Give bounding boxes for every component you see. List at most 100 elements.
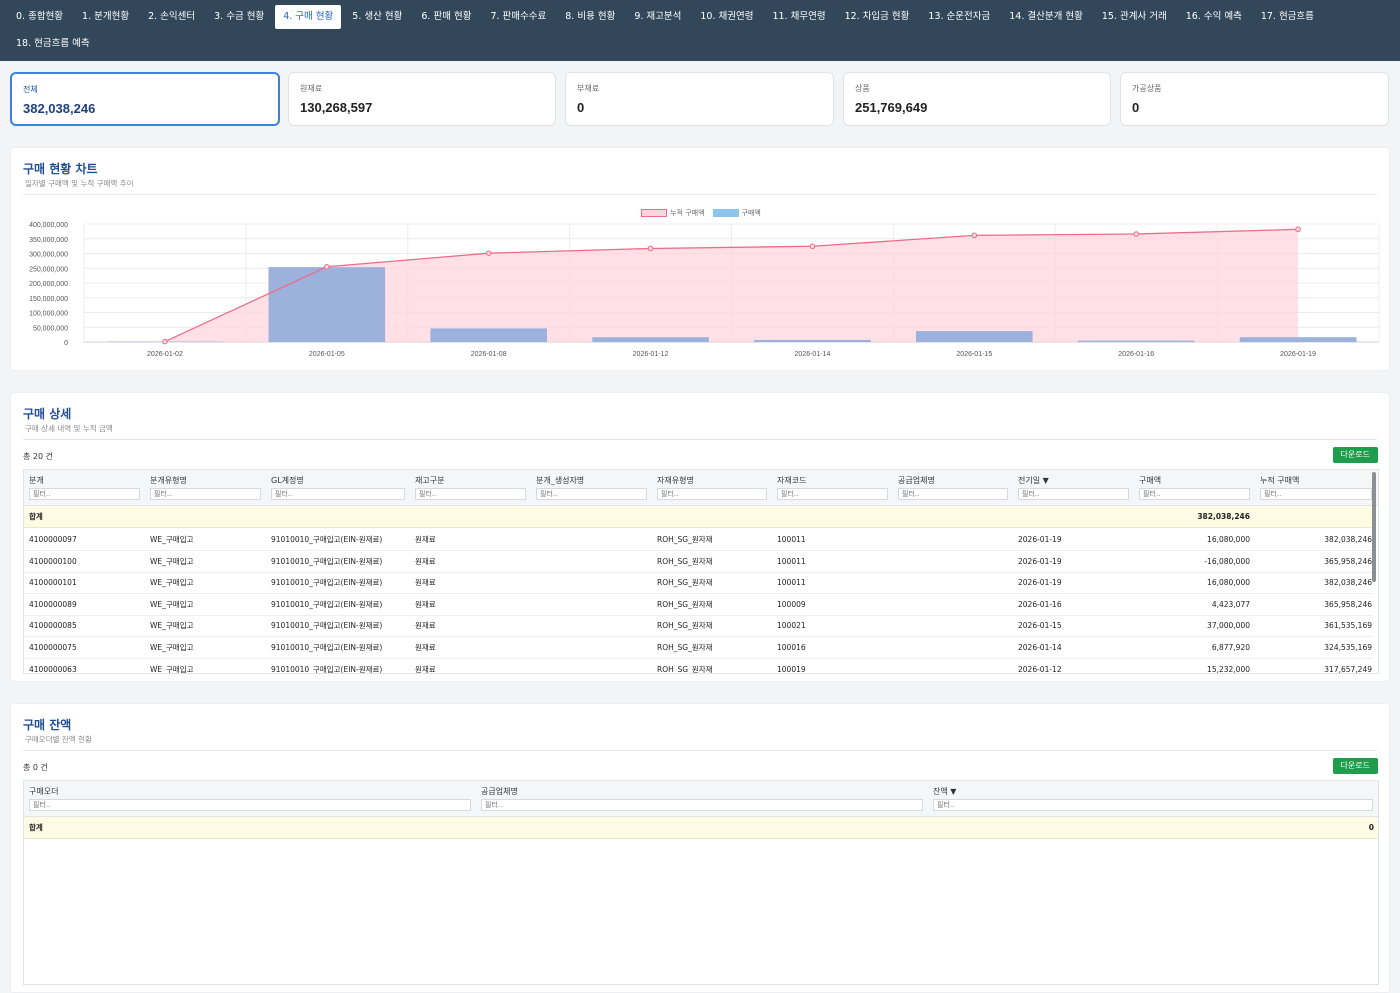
balance-panel-title: 구매 잔액	[23, 718, 72, 732]
divider	[23, 750, 1377, 751]
tab-4[interactable]: 4. 구매 현황	[275, 5, 342, 29]
table-row[interactable]: 4100000075 WE_구매입고 91010010_구매입고(EIN-원재료) 원…	[24, 637, 1372, 659]
column-filter-input[interactable]	[1018, 488, 1129, 500]
table-row[interactable]: 4100000101 WE_구매입고 91010010_구매입고(EIN-원재료) 원…	[24, 572, 1372, 595]
column-label[interactable]: 분개_생성자명	[536, 475, 584, 486]
tab-17[interactable]: 17. 현금흐름	[1253, 5, 1322, 29]
table-row[interactable]: 4100000097 WE_구매입고 91010010_구매입고(EIN-원재료) 원…	[24, 529, 1372, 551]
tab-11[interactable]: 11. 채무연령	[764, 5, 833, 29]
tab-12[interactable]: 12. 차입금 현황	[837, 5, 918, 29]
tab-8[interactable]: 8. 비용 현황	[557, 5, 623, 29]
column-label[interactable]: 구매액	[1139, 475, 1161, 486]
column-filter-input[interactable]	[777, 488, 888, 500]
column-filter-input[interactable]	[536, 488, 647, 500]
kpi-card-3[interactable]: 상품 251,769,649	[843, 72, 1111, 126]
column-filter-input[interactable]	[150, 488, 261, 500]
column-header: 분개_생성자명	[531, 470, 647, 506]
tab-16[interactable]: 16. 수익 예측	[1178, 5, 1250, 29]
table-cell: WE_구매입고	[150, 664, 194, 674]
column-label[interactable]: 누적 구매액	[1260, 475, 1299, 486]
tab-7[interactable]: 7. 판매수수료	[482, 5, 554, 29]
balance-download-button[interactable]: 다운로드	[1332, 758, 1378, 774]
column-header: 공급업체명	[893, 470, 1008, 506]
tab-15[interactable]: 15. 관계사 거래	[1094, 5, 1175, 29]
detail-table: 분개 분개유형명 GL계정명 재고구분 분개_생성자명 자재유형명 자재코드 공급업체명 전기일…	[23, 469, 1379, 674]
table-cell: 91010010_구매입고(EIN-원재료)	[271, 643, 383, 652]
column-label[interactable]: 공급업체명	[481, 786, 518, 797]
tab-10[interactable]: 10. 채권연령	[692, 5, 761, 29]
kpi-label: 상품	[855, 84, 870, 93]
table-row[interactable]: 4100000089 WE_구매입고 91010010_구매입고(EIN-원재료) 원…	[24, 594, 1372, 616]
table-row[interactable]: 4100000100 WE_구매입고 91010010_구매입고(EIN-원재료) 원…	[24, 551, 1372, 573]
x-tick-label: 2026-01-14	[795, 351, 831, 358]
column-label[interactable]: 분개유형명	[150, 475, 187, 486]
kpi-card-4[interactable]: 가공상품 0	[1120, 72, 1389, 126]
tab-bar: 0. 종합현황 1. 분개현황 2. 손익센터 3. 수금 현황 4. 구매 현황 5. …	[8, 5, 1392, 59]
summary-row: 합계 0	[24, 817, 1378, 839]
vertical-scrollbar[interactable]	[1372, 472, 1376, 582]
table-cell: 100011	[777, 535, 806, 544]
tab-6[interactable]: 6. 판매 현황	[413, 5, 479, 29]
cumulative-point	[485, 250, 492, 257]
column-filter-input[interactable]	[481, 799, 923, 811]
column-label[interactable]: GL계정명	[271, 475, 304, 486]
balance-count: 총 0 건	[23, 763, 48, 772]
purchase-detail-panel: 구매 상세 구매 상세 내역 및 누적 금액 총 20 건 다운로드 분개 분개유…	[10, 392, 1390, 682]
tab-9[interactable]: 9. 재고분석	[626, 5, 689, 29]
tab-14[interactable]: 14. 결산분개 현황	[1001, 5, 1091, 29]
column-label[interactable]: 잔액 ▼	[933, 786, 956, 797]
cumulative-point	[324, 263, 330, 270]
column-filter-input[interactable]	[415, 488, 526, 500]
kpi-card-0[interactable]: 전체 382,038,246	[10, 72, 280, 126]
table-cell: 100019	[777, 664, 806, 674]
column-label[interactable]: 전기일 ▼	[1018, 475, 1049, 486]
kpi-label: 원재료	[300, 84, 323, 93]
table-row[interactable]: 4100000063 WE_구매입고 91010010_구매입고(EIN-원재료) 원…	[24, 659, 1372, 674]
x-tick-label: 2026-01-15	[956, 351, 992, 358]
column-label[interactable]: 재고구분	[415, 475, 444, 486]
cumulative-point	[1295, 226, 1301, 233]
tab-3[interactable]: 3. 수금 현황	[206, 5, 272, 29]
table-cell: 원재료	[415, 599, 436, 609]
column-label[interactable]: 구매오더	[29, 786, 58, 797]
column-filter-input[interactable]	[898, 488, 1008, 500]
tab-18[interactable]: 18. 현금흐름 예측	[8, 32, 98, 56]
column-filter-input[interactable]	[29, 799, 471, 811]
tab-0[interactable]: 0. 종합현황	[8, 5, 71, 29]
table-cell: 16,080,000	[1207, 535, 1250, 544]
column-filter-input[interactable]	[29, 488, 140, 500]
column-label[interactable]: 공급업체명	[898, 475, 935, 486]
column-label[interactable]: 자재유형명	[657, 475, 694, 486]
column-filter-input[interactable]	[1260, 488, 1372, 500]
column-filter-input[interactable]	[1139, 488, 1250, 500]
table-cell: 91010010_구매입고(EIN-원재료)	[271, 578, 383, 588]
detail-download-button[interactable]: 다운로드	[1332, 447, 1378, 463]
table-cell: 6,877,920	[1211, 643, 1250, 652]
column-label[interactable]: 자재코드	[777, 475, 806, 486]
table-cell: ROH_SG_원자재	[657, 556, 713, 566]
tab-13[interactable]: 13. 순운전자금	[920, 5, 998, 29]
column-label[interactable]: 분개	[29, 475, 44, 486]
tab-1[interactable]: 1. 분개현황	[74, 5, 137, 29]
divider	[23, 439, 1377, 440]
bar-overlay	[268, 267, 386, 342]
table-row[interactable]: 4100000085 WE_구매입고 91010010_구매입고(EIN-원재료) 원…	[24, 615, 1372, 638]
x-tick-label: 2026-01-16	[1118, 351, 1154, 358]
table-cell: 382,038,246	[1324, 578, 1372, 588]
bar-overlay	[1077, 340, 1195, 342]
tab-2[interactable]: 2. 손익센터	[140, 5, 203, 29]
table-header: 분개 분개유형명 GL계정명 재고구분 분개_생성자명 자재유형명 자재코드 공급업체명 전기일…	[24, 470, 1378, 506]
kpi-value: 0	[1132, 100, 1140, 115]
purchase-chart: 400,000,000 350,000,000 300,000,000 250,000…	[29, 222, 1380, 358]
y-tick-label: 400,000,000	[29, 222, 68, 229]
column-filter-input[interactable]	[933, 799, 1373, 811]
table-cell: 100016	[777, 643, 806, 652]
column-filter-input[interactable]	[657, 488, 767, 500]
kpi-card-2[interactable]: 부재료 0	[565, 72, 834, 126]
kpi-card-1[interactable]: 원재료 130,268,597	[288, 72, 556, 126]
cumulative-point	[809, 243, 816, 250]
tab-5[interactable]: 5. 생산 현황	[344, 5, 410, 29]
column-filter-input[interactable]	[271, 488, 405, 500]
table-cell: 91010010_구매입고(EIN-원재료)	[271, 556, 383, 566]
table-cell: ROH_SG_원자재	[657, 599, 713, 609]
